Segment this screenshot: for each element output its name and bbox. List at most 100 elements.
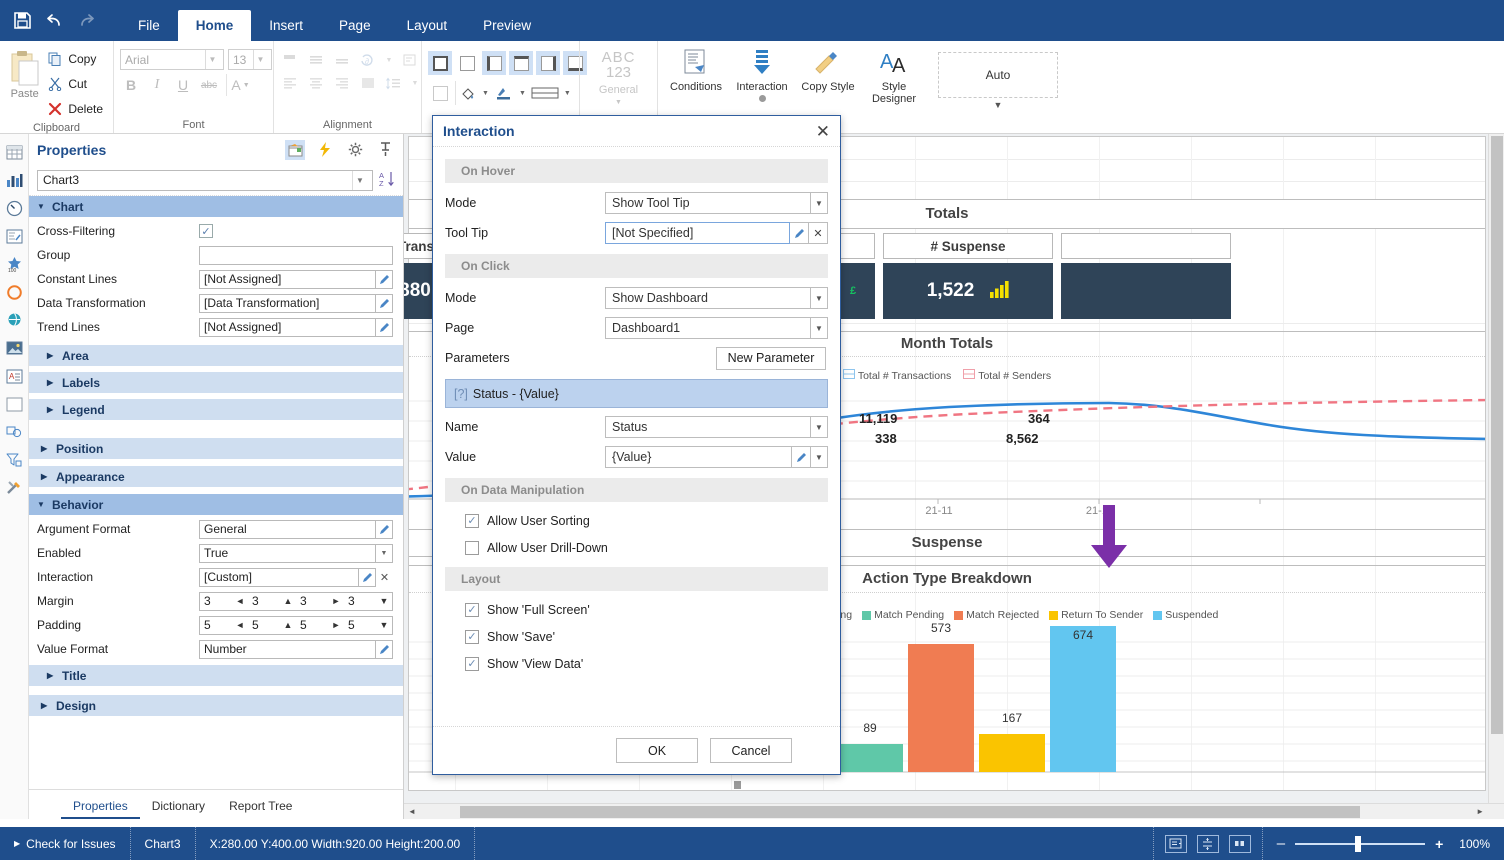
row-show-full-screen[interactable]: ✓ Show 'Full Screen' <box>445 596 828 623</box>
strikethrough-button[interactable]: abc <box>198 74 220 96</box>
conditions-button[interactable]: Conditions <box>664 48 728 93</box>
paste-button[interactable]: Paste <box>6 46 43 100</box>
row-allow-user-drilldown[interactable]: Allow User Drill-Down <box>445 534 828 561</box>
menu-item-insert[interactable]: Insert <box>251 10 321 41</box>
align-top-icon[interactable] <box>280 51 300 69</box>
edit-pencil-icon[interactable] <box>376 317 393 337</box>
chevron-down-icon[interactable]: ▼ <box>615 99 622 106</box>
object-selector[interactable]: Chart3 ▼ <box>37 169 373 191</box>
edit-pencil-icon[interactable] <box>376 639 393 659</box>
tooltip-value[interactable]: [Not Specified] <box>605 222 790 244</box>
globe-icon[interactable] <box>0 306 29 334</box>
copy-style-button[interactable]: Copy Style <box>796 48 860 93</box>
chevron-down-icon[interactable]: ▼ <box>811 287 828 309</box>
chevron-down-icon[interactable]: ▼ <box>811 317 828 339</box>
row-show-view-data[interactable]: ✓ Show 'View Data' <box>445 650 828 677</box>
clear-x-icon[interactable]: ✕ <box>809 222 828 244</box>
text-format-button[interactable]: ABC 123 General ▼ <box>587 46 651 106</box>
menu-item-preview[interactable]: Preview <box>465 10 549 41</box>
margin-bottom-value[interactable]: 3 <box>344 593 376 610</box>
border-none-icon[interactable] <box>455 51 479 75</box>
spin-left-icon[interactable]: ◄ <box>232 593 248 610</box>
edit-pencil-icon[interactable] <box>359 567 376 587</box>
show-full-screen-checkbox[interactable]: ✓ <box>465 602 479 617</box>
align-right-icon[interactable] <box>332 74 352 92</box>
gear-icon[interactable] <box>345 140 365 160</box>
scrollbar-thumb[interactable] <box>1491 136 1503 734</box>
edit-pencil-icon[interactable] <box>376 269 393 289</box>
undo-icon[interactable] <box>38 5 70 37</box>
ring-icon[interactable] <box>0 278 29 306</box>
interaction-value[interactable]: [Custom] <box>199 567 359 587</box>
padding-spinners[interactable]: 5 ◄ 5 ▲ 5 ► 5 ▼ <box>199 615 393 635</box>
scrollbar-thumb[interactable] <box>460 806 1360 818</box>
close-icon[interactable]: ✕ <box>816 123 830 140</box>
border-clear-icon[interactable] <box>428 81 452 105</box>
spin-down-icon[interactable]: ▼ <box>376 593 392 610</box>
align-justify-icon[interactable] <box>358 74 378 92</box>
scroll-left-arrow-icon[interactable]: ◄ <box>408 807 416 816</box>
redo-icon[interactable] <box>70 5 102 37</box>
parameter-list-item[interactable]: [?] Status - {Value} <box>445 379 828 408</box>
row-show-save[interactable]: ✓ Show 'Save' <box>445 623 828 650</box>
margin-right-value[interactable]: 3 <box>296 593 328 610</box>
chevron-down-icon[interactable]: ▼ <box>938 100 1058 110</box>
chevron-down-icon[interactable]: ▼ <box>811 416 828 438</box>
table-icon[interactable] <box>0 138 29 166</box>
menu-item-page[interactable]: Page <box>321 10 389 41</box>
bold-button[interactable]: B <box>120 74 142 96</box>
edit-pencil-icon[interactable] <box>376 519 393 539</box>
cross-filtering-checkbox[interactable]: ✓ <box>199 224 213 238</box>
edit-pencil-icon[interactable] <box>376 293 393 313</box>
align-center-icon[interactable] <box>306 74 326 92</box>
delete-button[interactable]: Delete <box>43 98 107 120</box>
page-value[interactable]: Dashboard1 <box>605 317 811 339</box>
border-top-icon[interactable] <box>509 51 533 75</box>
copy-button[interactable]: Copy <box>43 48 107 70</box>
split-view-icon[interactable] <box>1228 834 1251 853</box>
show-view-data-checkbox[interactable]: ✓ <box>465 656 479 671</box>
kpi-card-extra[interactable] <box>1061 263 1231 319</box>
chevron-down-icon[interactable]: ▼ <box>384 51 394 69</box>
zoom-slider-knob[interactable] <box>1355 835 1362 852</box>
tab-properties[interactable]: Properties <box>61 793 140 819</box>
kpi-header-extra[interactable] <box>1061 233 1231 259</box>
menu-item-file[interactable]: File <box>120 10 178 41</box>
props-group-labels[interactable]: ▶ Labels <box>29 372 403 393</box>
vertical-view-icon[interactable] <box>1196 834 1219 853</box>
tab-dictionary[interactable]: Dictionary <box>140 793 217 819</box>
props-group-design[interactable]: ▶ Design <box>29 695 403 716</box>
check-for-issues-button[interactable]: ▶ Check for Issues <box>0 827 131 860</box>
spin-left-icon[interactable]: ◄ <box>232 617 248 634</box>
bar-chart-icon[interactable] <box>0 166 29 194</box>
tab-report-tree[interactable]: Report Tree <box>217 793 304 819</box>
allow-user-drilldown-checkbox[interactable] <box>465 540 479 555</box>
style-auto-selector[interactable]: Auto <box>938 52 1058 98</box>
shape-icon[interactable] <box>0 418 29 446</box>
hover-mode-value[interactable]: Show Tool Tip <box>605 192 811 214</box>
spin-right-icon[interactable]: ► <box>328 593 344 610</box>
show-save-checkbox[interactable]: ✓ <box>465 629 479 644</box>
border-right-icon[interactable] <box>536 51 560 75</box>
chevron-down-icon[interactable]: ▼ <box>811 446 828 468</box>
spin-up-icon[interactable]: ▲ <box>280 617 296 634</box>
font-size-input[interactable]: 13 ▼ <box>228 49 272 70</box>
align-bottom-icon[interactable] <box>332 51 352 69</box>
indicator-icon[interactable] <box>0 222 29 250</box>
props-group-area[interactable]: ▶ Area <box>29 345 403 366</box>
events-lightning-icon[interactable] <box>315 140 335 160</box>
trend-lines-value[interactable]: [Not Assigned] <box>199 317 376 337</box>
constant-lines-value[interactable]: [Not Assigned] <box>199 269 376 289</box>
filter-icon[interactable] <box>0 446 29 474</box>
clear-x-icon[interactable]: ✕ <box>376 567 393 587</box>
spin-right-icon[interactable]: ► <box>328 617 344 634</box>
chevron-down-icon[interactable]: ▼ <box>352 170 367 190</box>
value-format-value[interactable]: Number <box>199 639 376 659</box>
rich-text-icon[interactable]: A <box>0 362 29 390</box>
argument-format-value[interactable]: General <box>199 519 376 539</box>
text-options-icon[interactable] <box>400 51 420 69</box>
interaction-dialog[interactable]: Interaction ✕ On Hover Mode Show Tool Ti… <box>432 115 841 775</box>
fill-color-icon[interactable] <box>455 81 479 105</box>
ok-button[interactable]: OK <box>616 738 698 763</box>
border-left-icon[interactable] <box>482 51 506 75</box>
